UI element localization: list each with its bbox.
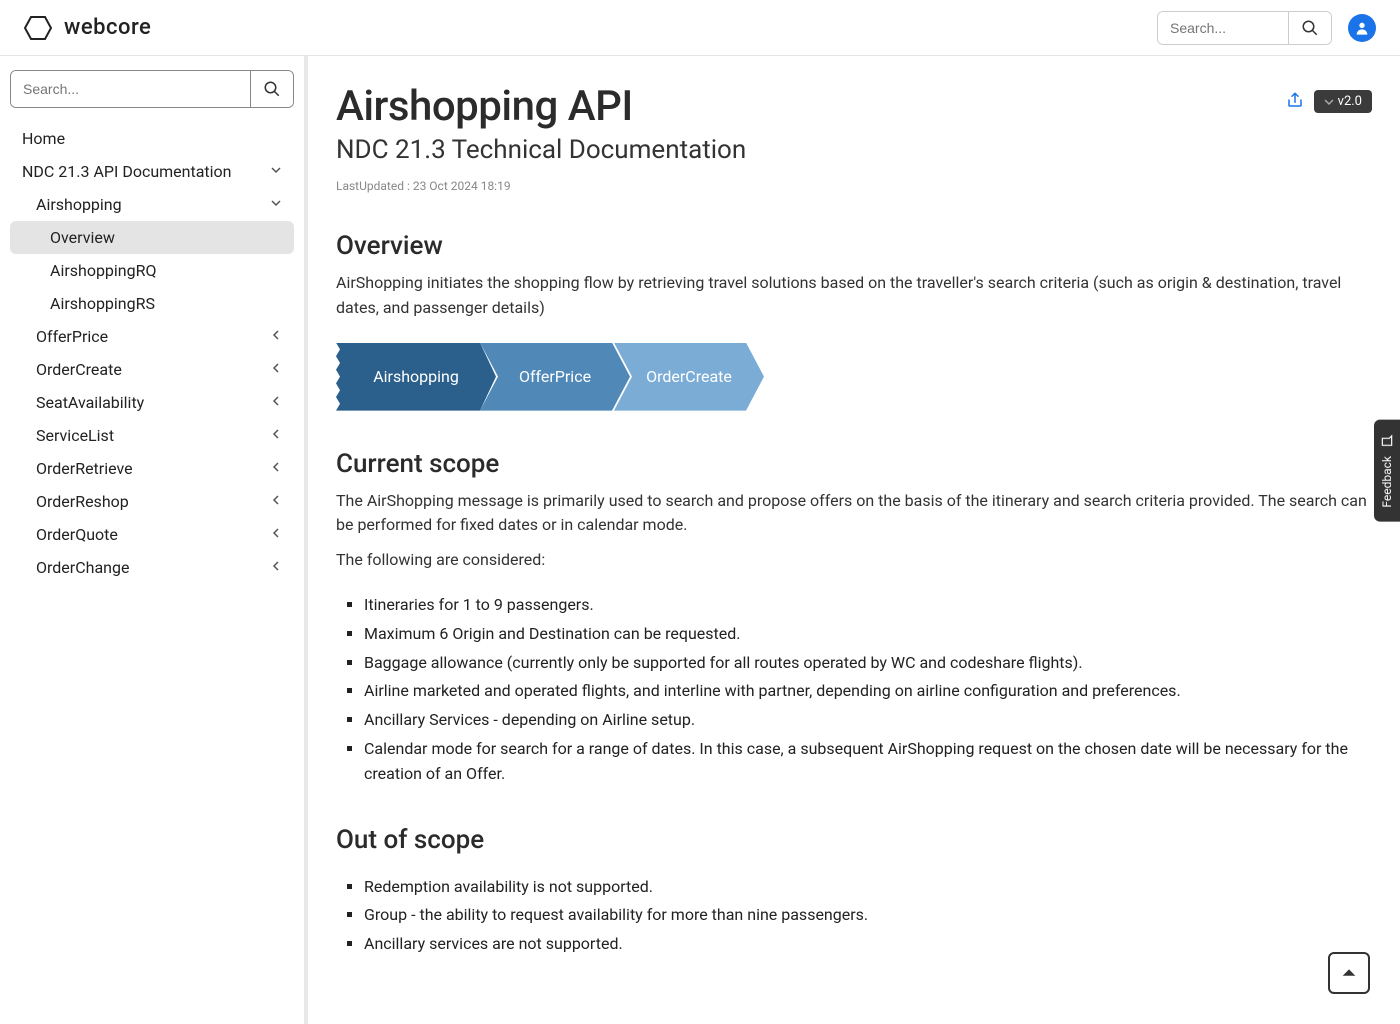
user-icon (1354, 20, 1370, 36)
list-item: Redemption availability is not supported… (364, 875, 1372, 900)
chevron-left-icon (270, 494, 282, 510)
sidebar-item-airshoppingrq[interactable]: AirshoppingRQ (10, 254, 294, 287)
chevron-left-icon (270, 560, 282, 576)
scroll-to-top-button[interactable] (1328, 952, 1370, 994)
chevron-down-icon (270, 164, 282, 180)
flow-step-label: Airshopping (373, 367, 459, 386)
list-item: Ancillary Services - depending on Airlin… (364, 708, 1372, 733)
top-search-button[interactable] (1288, 12, 1331, 44)
page-titles: Airshopping API NDC 21.3 Technical Docum… (336, 82, 746, 193)
version-selector[interactable]: v2.0 (1314, 90, 1372, 113)
sidebar-item-airshopping[interactable]: Airshopping (10, 188, 294, 221)
feedback-tab[interactable]: Feedback (1374, 420, 1400, 522)
sidebar-item-label: AirshoppingRQ (50, 261, 157, 280)
sidebar-item-home[interactable]: Home (10, 122, 294, 155)
chevron-up-icon (1340, 964, 1358, 982)
sidebar-item-orderreshop[interactable]: OrderReshop (10, 485, 294, 518)
sidebar-search (10, 70, 294, 108)
sidebar-item-label: OrderChange (36, 558, 129, 577)
top-search-input[interactable] (1158, 12, 1288, 44)
sidebar-item-label: OrderQuote (36, 525, 118, 544)
version-label: v2.0 (1338, 94, 1362, 109)
sidebar-item-label: NDC 21.3 API Documentation (22, 162, 232, 181)
header-right (1157, 11, 1376, 45)
avatar[interactable] (1348, 14, 1376, 42)
share-button[interactable] (1286, 91, 1304, 113)
sidebar-item-seatavailability[interactable]: SeatAvailability (10, 386, 294, 419)
sidebar-item-label: OrderReshop (36, 492, 129, 511)
current-scope-list: Itineraries for 1 to 9 passengers. Maximu… (364, 593, 1372, 787)
sidebar-item-label: OrderCreate (36, 360, 122, 379)
page-title: Airshopping API (336, 82, 746, 131)
chevron-left-icon (270, 329, 282, 345)
sidebar-item-ndc-21-3-api-documentation[interactable]: NDC 21.3 API Documentation (10, 155, 294, 188)
sidebar-item-label: AirshoppingRS (50, 294, 155, 313)
chevron-down-icon (270, 197, 282, 213)
page-last-updated: LastUpdated : 23 Oct 2024 18:19 (336, 179, 746, 193)
sidebar-item-label: ServiceList (36, 426, 114, 445)
content: Airshopping API NDC 21.3 Technical Docum… (308, 56, 1400, 1024)
overview-heading: Overview (336, 231, 1372, 261)
sidebar-item-label: SeatAvailability (36, 393, 144, 412)
sidebar-item-servicelist[interactable]: ServiceList (10, 419, 294, 452)
overview-text: AirShopping initiates the shopping flow … (336, 271, 1372, 321)
list-item: Maximum 6 Origin and Destination can be … (364, 622, 1372, 647)
sidebar-nav: Home NDC 21.3 API Documentation Airshoppin… (10, 122, 294, 584)
sidebar-item-airshoppingrs[interactable]: AirshoppingRS (10, 287, 294, 320)
sidebar-item-offerprice[interactable]: OfferPrice (10, 320, 294, 353)
brand-logo[interactable]: webcore (24, 14, 151, 42)
hexagon-icon (24, 14, 52, 42)
chevron-left-icon (270, 461, 282, 477)
main-area: Home NDC 21.3 API Documentation Airshoppin… (0, 56, 1400, 1024)
sidebar-item-label: Home (22, 129, 65, 148)
list-item: Airline marketed and operated flights, a… (364, 679, 1372, 704)
list-item: Calendar mode for search for a range of … (364, 737, 1372, 787)
flow-step-ordercreate: OrderCreate (614, 343, 764, 411)
flow-step-label: OfferPrice (519, 367, 591, 386)
sidebar: Home NDC 21.3 API Documentation Airshoppin… (0, 56, 308, 1024)
sidebar-item-ordercreate[interactable]: OrderCreate (10, 353, 294, 386)
sidebar-item-label: OrderRetrieve (36, 459, 133, 478)
current-scope-text: The AirShopping message is primarily use… (336, 489, 1372, 539)
current-scope-lead: The following are considered: (336, 548, 1372, 573)
sidebar-item-orderquote[interactable]: OrderQuote (10, 518, 294, 551)
sidebar-item-label: Overview (50, 228, 115, 247)
chevron-left-icon (270, 362, 282, 378)
flow-step-offerprice: OfferPrice (480, 343, 630, 411)
sidebar-item-label: Airshopping (36, 195, 122, 214)
sidebar-item-orderchange[interactable]: OrderChange (10, 551, 294, 584)
list-item: Itineraries for 1 to 9 passengers. (364, 593, 1372, 618)
page-header-actions: v2.0 (1286, 90, 1372, 113)
current-scope-heading: Current scope (336, 449, 1372, 479)
out-of-scope-heading: Out of scope (336, 825, 1372, 855)
brand-name: webcore (64, 15, 151, 40)
flow-step-airshopping: Airshopping (336, 343, 496, 411)
chevron-left-icon (270, 428, 282, 444)
chevron-left-icon (270, 395, 282, 411)
list-item: Ancillary services are not supported. (364, 932, 1372, 957)
sidebar-item-overview[interactable]: Overview (10, 221, 294, 254)
search-icon (263, 80, 281, 98)
feedback-label: Feedback (1380, 456, 1394, 508)
top-search (1157, 11, 1332, 45)
flow-diagram: Airshopping OfferPrice OrderCreate (336, 343, 1372, 411)
chat-icon (1380, 434, 1394, 448)
flow-step-label: OrderCreate (646, 367, 732, 386)
sidebar-item-orderretrieve[interactable]: OrderRetrieve (10, 452, 294, 485)
out-of-scope-list: Redemption availability is not supported… (364, 875, 1372, 957)
sidebar-search-button[interactable] (250, 71, 293, 107)
share-icon (1286, 91, 1304, 109)
chevron-left-icon (270, 527, 282, 543)
top-header: webcore (0, 0, 1400, 56)
chevron-down-icon (1324, 97, 1334, 107)
sidebar-search-input[interactable] (11, 71, 250, 107)
page-header-row: Airshopping API NDC 21.3 Technical Docum… (336, 82, 1372, 193)
list-item: Group - the ability to request availabil… (364, 903, 1372, 928)
page-subtitle: NDC 21.3 Technical Documentation (336, 135, 746, 165)
search-icon (1301, 19, 1319, 37)
list-item: Baggage allowance (currently only be sup… (364, 651, 1372, 676)
sidebar-item-label: OfferPrice (36, 327, 108, 346)
